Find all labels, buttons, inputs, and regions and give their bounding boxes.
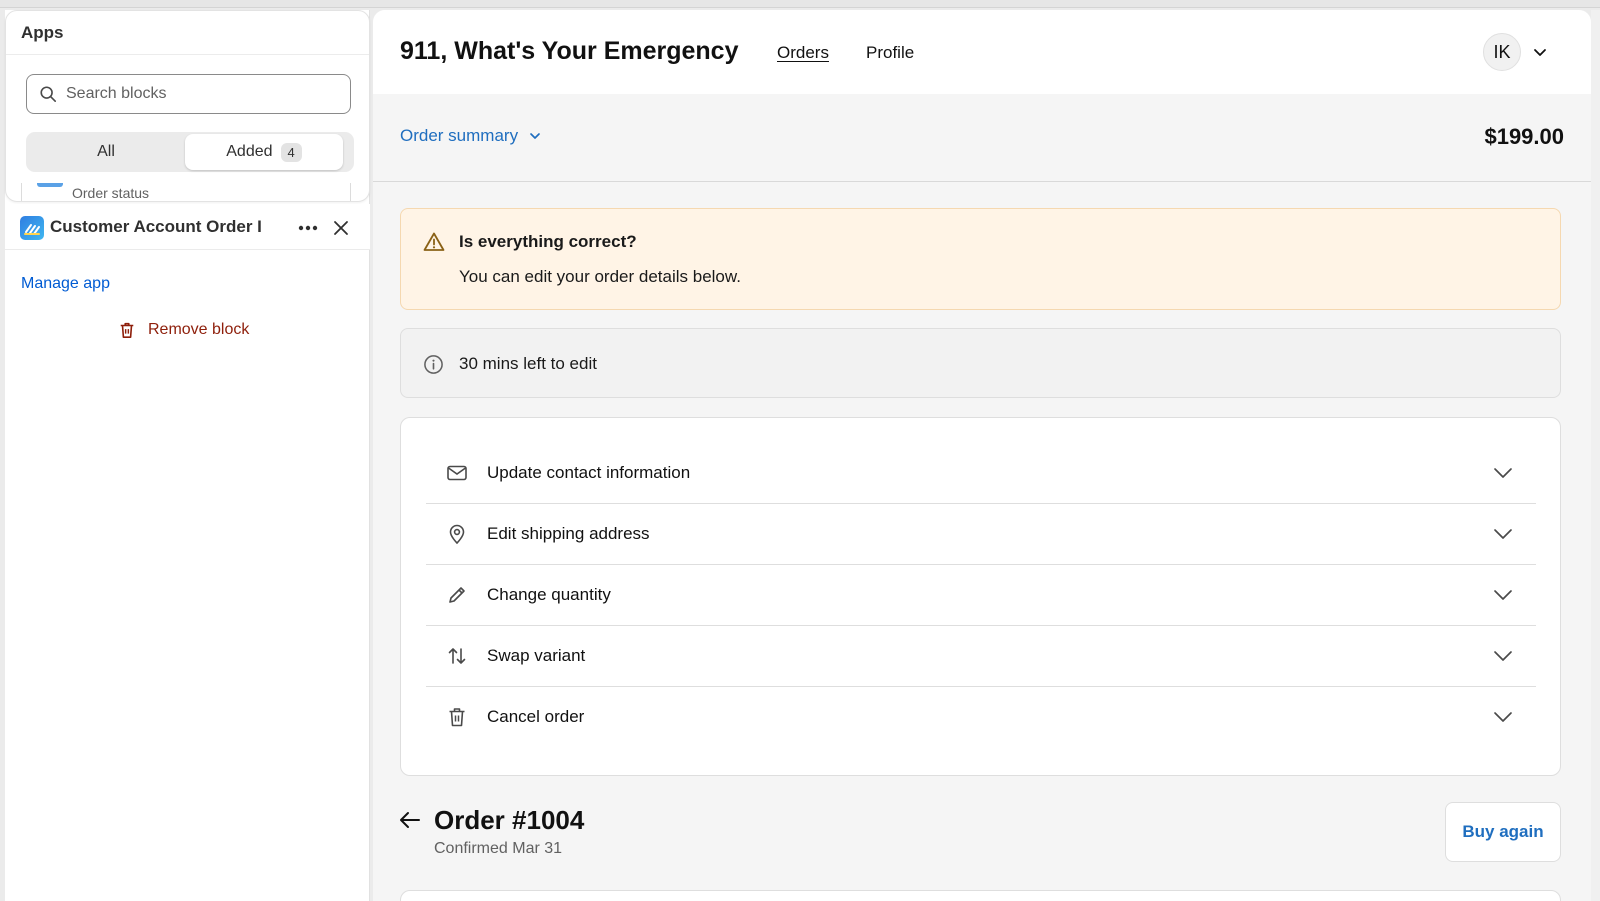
search-field[interactable]	[26, 74, 351, 114]
shop-title[interactable]: 911, What's Your Emergency	[400, 37, 739, 66]
divider	[6, 54, 369, 55]
storefront-preview: 911, What's Your Emergency Orders Profil…	[373, 10, 1591, 901]
chevron-down-icon	[1494, 529, 1512, 539]
action-label: Update contact information	[487, 463, 691, 482]
app-logo-icon	[20, 216, 44, 240]
banner-title: Is everything correct?	[459, 232, 637, 251]
chevron-down-icon	[530, 133, 540, 139]
edit-time-notice: 30 mins left to edit	[400, 328, 1561, 398]
order-details-card	[400, 890, 1561, 901]
list-item-order-status[interactable]: Order status	[21, 183, 351, 201]
close-icon	[334, 221, 348, 235]
action-cancel-order[interactable]: Cancel order	[426, 687, 1536, 748]
action-swap-variant[interactable]: Swap variant	[426, 626, 1536, 687]
segment-added-label: Added	[226, 143, 273, 160]
block-title: Customer Account Order I	[50, 217, 262, 236]
chevron-down-icon	[1494, 590, 1512, 600]
segment-added[interactable]: Added 4	[185, 134, 343, 170]
scrollbar-track[interactable]	[1591, 10, 1600, 901]
chevron-down-icon	[1494, 468, 1512, 478]
action-edit-shipping[interactable]: Edit shipping address	[426, 504, 1536, 565]
order-title: Order #1004	[434, 805, 585, 835]
close-button[interactable]	[328, 215, 354, 241]
chevron-down-icon	[1494, 651, 1512, 661]
warning-icon	[423, 232, 445, 251]
apps-card: Apps All Added 4 Order status	[5, 10, 370, 202]
pencil-icon	[449, 587, 465, 603]
search-icon	[40, 86, 57, 103]
order-summary-bar: Order summary $199.00	[373, 94, 1591, 182]
added-count-badge: 4	[280, 142, 302, 162]
action-label: Cancel order	[487, 707, 585, 726]
edit-time-text: 30 mins left to edit	[459, 354, 597, 373]
more-actions-button[interactable]	[295, 215, 321, 241]
order-total: $199.00	[1484, 124, 1564, 149]
trash-icon	[120, 322, 134, 339]
warning-banner: Is everything correct? You can edit your…	[400, 208, 1561, 310]
action-change-quantity[interactable]: Change quantity	[426, 565, 1536, 626]
trash-icon	[449, 708, 465, 727]
browser-top-strip	[0, 0, 1600, 8]
buy-again-button[interactable]: Buy again	[1445, 802, 1561, 862]
filter-segmented-control: All Added 4	[26, 132, 354, 172]
action-update-contact[interactable]: Update contact information	[426, 443, 1536, 504]
order-summary-toggle[interactable]: Order summary	[400, 126, 542, 146]
segment-all[interactable]: All	[26, 132, 186, 172]
list-item-label: Order status	[72, 185, 150, 201]
remove-block-label: Remove block	[148, 321, 250, 338]
back-arrow-icon[interactable]	[398, 808, 422, 832]
action-label: Change quantity	[487, 585, 611, 604]
apps-title: Apps	[21, 23, 64, 42]
remove-block-button[interactable]: Remove block	[118, 321, 249, 339]
editor-sidebar: Apps All Added 4 Order status Customer A…	[5, 10, 370, 901]
order-confirmed-date: Confirmed Mar 31	[434, 840, 563, 857]
block-header: Customer Account Order I	[5, 204, 370, 250]
nav-profile-link[interactable]: Profile	[866, 43, 914, 63]
avatar[interactable]: IK	[1483, 33, 1521, 71]
action-label: Swap variant	[487, 646, 586, 665]
manage-app-link[interactable]: Manage app	[21, 275, 110, 293]
mail-icon	[447, 465, 467, 481]
banner-text: You can edit your order details below.	[459, 267, 741, 286]
swap-icon	[448, 648, 466, 664]
info-icon	[424, 355, 443, 374]
search-input[interactable]	[66, 85, 346, 103]
ellipsis-icon	[298, 225, 318, 231]
chevron-down-icon[interactable]	[1531, 43, 1549, 61]
storefront-header: 911, What's Your Emergency Orders Profil…	[373, 10, 1591, 94]
nav-orders-link[interactable]: Orders	[777, 43, 829, 63]
chevron-down-icon	[1494, 712, 1512, 722]
action-label: Edit shipping address	[487, 524, 650, 543]
location-icon	[449, 524, 465, 545]
order-summary-label: Order summary	[400, 126, 519, 145]
order-edit-actions: Update contact information Edit shipping…	[400, 417, 1561, 776]
block-icon	[37, 183, 63, 187]
